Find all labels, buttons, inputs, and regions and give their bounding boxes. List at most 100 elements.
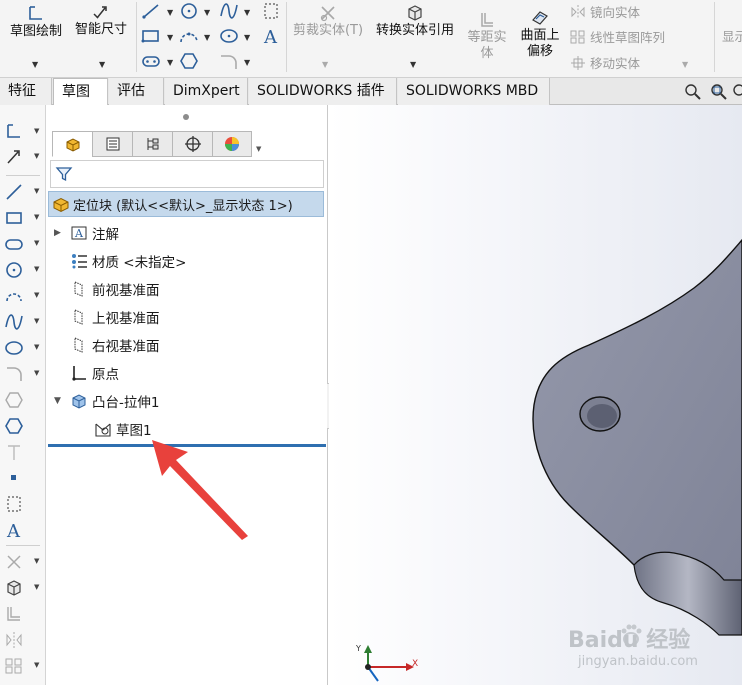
tab-sketch[interactable]: 草图 — [53, 78, 108, 105]
line-icon[interactable] — [140, 1, 162, 21]
fillet-tool-button[interactable]: ▼ — [2, 362, 44, 386]
ellipse-icon — [5, 341, 23, 355]
move-entities-button[interactable]: 移动实体 — [570, 53, 640, 72]
sketch-button[interactable]: 草图绘制 — [6, 0, 66, 40]
tree-item-right-plane[interactable]: 右视基准面 — [70, 333, 160, 357]
convert-dropdown-icon[interactable]: ▼ — [410, 60, 416, 69]
display-relations-button[interactable]: 显示 — [722, 26, 742, 45]
line-tool-button[interactable]: ▼ — [2, 180, 44, 204]
tab-features[interactable]: 特征 — [0, 78, 52, 105]
part-root-node[interactable]: 定位块 (默认<<默认>_显示状态 1>) — [48, 191, 324, 217]
tree-item-top-plane[interactable]: 上视基准面 — [70, 305, 160, 329]
collapse-arrow-icon[interactable]: ▼ — [54, 396, 61, 406]
tab-dimxpert-manager[interactable] — [172, 131, 212, 157]
slot-icon[interactable] — [140, 51, 162, 71]
rectangle-tool-button[interactable]: ▼ — [2, 206, 44, 230]
construction-geometry-icon[interactable] — [260, 1, 282, 21]
graphics-viewport[interactable] — [329, 105, 742, 685]
tree-item-annotations[interactable]: A 注解 — [70, 221, 119, 245]
dropdown-arrow-icon[interactable]: ▼ — [34, 187, 39, 195]
dropdown-arrow-icon[interactable]: ▼ — [34, 127, 39, 135]
rectangle-icon[interactable] — [140, 26, 162, 46]
fillet-icon[interactable] — [218, 51, 240, 71]
previous-view-icon[interactable] — [732, 83, 742, 101]
tab-solidworks-mbd[interactable]: SOLIDWORKS MBD — [398, 78, 550, 105]
construction-geometry-tool-button[interactable] — [2, 492, 44, 516]
tab-display-manager[interactable] — [212, 131, 252, 157]
tree-item-origin[interactable]: 原点 — [70, 361, 119, 385]
circle-tool-button[interactable]: ▼ — [2, 258, 44, 282]
text-tool-button[interactable]: A — [2, 518, 44, 542]
text-icon[interactable]: A — [260, 26, 282, 48]
spline-tool-button[interactable]: ▼ — [2, 310, 44, 334]
tab-feature-manager[interactable] — [52, 131, 92, 157]
mirror-entities-button[interactable]: 镜向实体 — [570, 2, 640, 21]
convert-entities-button[interactable]: 转换实体引用 — [370, 0, 460, 39]
arc-dropdown-icon[interactable]: ▼ — [204, 33, 210, 42]
tree-item-material[interactable]: 材质 <未指定> — [70, 249, 186, 273]
move-dropdown-icon[interactable]: ▼ — [682, 60, 688, 69]
ellipse-dropdown-icon[interactable]: ▼ — [244, 33, 250, 42]
feature-tree-filter[interactable] — [50, 160, 324, 188]
dropdown-arrow-icon[interactable]: ▼ — [34, 213, 39, 221]
dropdown-arrow-icon[interactable]: ▼ — [34, 152, 39, 160]
panel-grip-dot[interactable] — [183, 114, 189, 120]
tab-property-manager[interactable] — [92, 131, 132, 157]
convert-entities-tool-button[interactable]: ▼ — [2, 576, 44, 600]
tree-item-front-plane[interactable]: 前视基准面 — [70, 277, 160, 301]
line-dropdown-icon[interactable]: ▼ — [167, 8, 173, 17]
convert-entities-icon — [7, 580, 21, 596]
ellipse-icon[interactable] — [218, 26, 240, 46]
sketch-tool-button[interactable]: ▼ — [2, 120, 44, 144]
slot-dropdown-icon[interactable]: ▼ — [167, 58, 173, 67]
polygon-tool-button-2[interactable] — [2, 414, 44, 438]
polygon-tool-button[interactable] — [2, 388, 44, 412]
dropdown-arrow-icon[interactable]: ▼ — [34, 661, 39, 669]
dropdown-arrow-icon[interactable]: ▼ — [34, 369, 39, 377]
tab-evaluate[interactable]: 评估 — [109, 78, 164, 105]
dropdown-arrow-icon[interactable]: ▼ — [34, 557, 39, 565]
smart-dimension-label: 智能尺寸 — [74, 22, 127, 37]
dropdown-arrow-icon[interactable]: ▼ — [34, 583, 39, 591]
offset-tool-button[interactable] — [2, 602, 44, 626]
tab-configuration-manager[interactable] — [132, 131, 172, 157]
linear-pattern-tool-button[interactable]: ▼ — [2, 654, 44, 678]
dropdown-arrow-icon[interactable]: ▼ — [34, 265, 39, 273]
dropdown-arrow-icon[interactable]: ▼ — [34, 343, 39, 351]
offset-entities-button[interactable]: 等距实 体 — [462, 0, 512, 62]
spline-icon[interactable] — [218, 1, 240, 21]
sketch-dropdown-icon[interactable]: ▼ — [32, 60, 38, 69]
linear-pattern-button[interactable]: 线性草图阵列 — [570, 27, 665, 46]
arc-tool-button[interactable]: ▼ — [2, 284, 44, 308]
zoom-to-area-icon[interactable] — [710, 83, 728, 101]
slot-tool-button[interactable]: ▼ — [2, 232, 44, 256]
fillet-dropdown-icon[interactable]: ▼ — [244, 58, 250, 67]
rectangle-dropdown-icon[interactable]: ▼ — [167, 33, 173, 42]
point-tool-button[interactable] — [2, 466, 44, 490]
offset-on-surface-button[interactable]: 曲面上 偏移 — [514, 0, 566, 60]
trim-entities-button[interactable]: 剪裁实体(T) — [290, 0, 366, 39]
circle-dropdown-icon[interactable]: ▼ — [204, 8, 210, 17]
smart-dimension-tool-button[interactable]: ▼ — [2, 145, 44, 169]
tab-solidworks-addins[interactable]: SOLIDWORKS 插件 — [249, 78, 397, 105]
trim-dropdown-icon[interactable]: ▼ — [322, 60, 328, 69]
centerline-tool-button[interactable] — [2, 440, 44, 464]
dropdown-arrow-icon[interactable]: ▼ — [34, 291, 39, 299]
trim-tool-button[interactable]: ▼ — [2, 550, 44, 574]
zoom-to-fit-icon[interactable] — [684, 83, 702, 101]
mirror-tool-button[interactable] — [2, 628, 44, 652]
tree-item-boss-extrude1[interactable]: 凸台-拉伸1 — [70, 389, 159, 413]
smart-dimension-button[interactable]: 智能尺寸 — [70, 0, 132, 38]
spline-dropdown-icon[interactable]: ▼ — [244, 8, 250, 17]
tabs-more-icon[interactable]: ▼ — [256, 145, 261, 153]
dropdown-arrow-icon[interactable]: ▼ — [34, 239, 39, 247]
polygon-icon[interactable] — [178, 51, 200, 71]
expand-arrow-icon[interactable]: ▶ — [54, 228, 61, 238]
circle-icon[interactable] — [178, 1, 200, 21]
part-root-label: 定位块 (默认<<默认>_显示状态 1>) — [73, 198, 293, 214]
dropdown-arrow-icon[interactable]: ▼ — [34, 317, 39, 325]
smart-dimension-dropdown-icon[interactable]: ▼ — [99, 60, 105, 69]
ellipse-tool-button[interactable]: ▼ — [2, 336, 44, 360]
arc-icon[interactable] — [178, 26, 200, 46]
tab-dimxpert[interactable]: DimXpert — [165, 78, 248, 105]
